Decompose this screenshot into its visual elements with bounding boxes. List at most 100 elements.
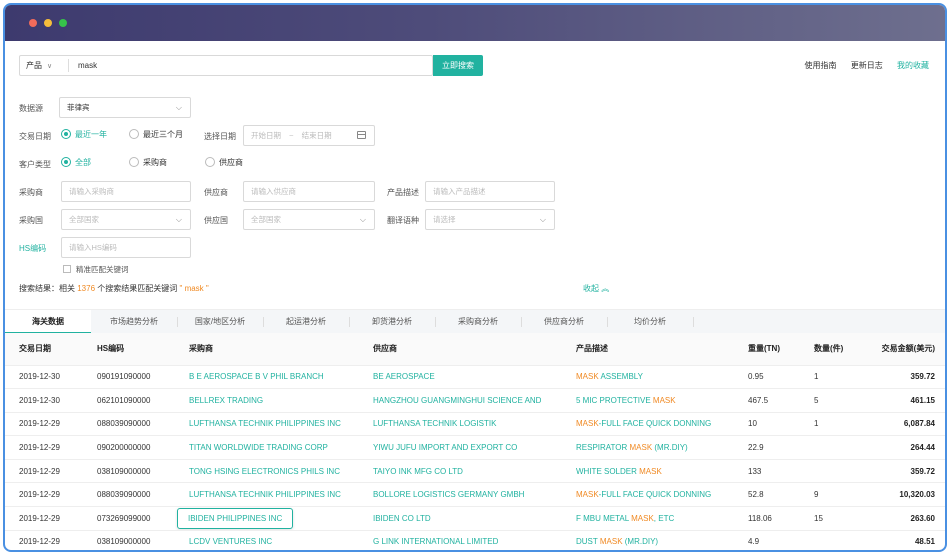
table-row[interactable]: 2019-12-30 090191090000 B E AEROSPACE B V … — [5, 365, 945, 390]
my-favorites-link[interactable]: 我的收藏 — [897, 61, 929, 70]
col-header-buyer[interactable]: 采购商 — [175, 333, 359, 366]
desc-keyword: MASK — [631, 513, 654, 523]
table-row[interactable]: 2019-12-29 073269099000 IBIDEN PHILIPPINES… — [5, 506, 945, 531]
col-header-weight[interactable]: 重量(TN) — [734, 333, 800, 366]
buyer-link-hovered[interactable]: IBIDEN PHILIPPINES INC — [177, 507, 294, 529]
tab-customs-data[interactable]: 海关数据 — [5, 310, 91, 334]
supplier-label: 供应商 — [204, 188, 228, 197]
supplier-link[interactable]: BOLLORE LOGISTICS GERMANY GMBH — [373, 490, 524, 499]
table-body: 2019-12-30 090191090000 B E AEROSPACE B V … — [5, 365, 945, 550]
supplier-link[interactable]: YIWU JUFU IMPORT AND EXPORT CO — [373, 443, 517, 452]
tab-origin-port[interactable]: 起运港分析 — [263, 310, 349, 334]
supplier-link[interactable]: LUFTHANSA TECHNIK LOGISTIK — [373, 419, 496, 428]
cell-amount: 461.15 — [858, 388, 945, 413]
cell-qty — [800, 530, 858, 550]
cell-supplier: TAIYO INK MFG CO LTD — [359, 459, 562, 484]
chevron-down-icon: ⌵ — [175, 215, 182, 224]
col-header-date[interactable]: 交易日期 — [5, 333, 83, 366]
col-header-amount[interactable]: 交易金额(美元) — [858, 333, 945, 366]
cell-weight: 467.5 — [734, 388, 800, 413]
cell-hs: 090200000000 — [83, 435, 175, 460]
translate-select[interactable]: 请选择 ⌵ — [425, 209, 555, 230]
cell-amount: 10,320.03 — [858, 482, 945, 508]
cell-desc: RESPIRATOR MASK (MR.DIY) — [562, 435, 734, 460]
col-header-qty[interactable]: 数量(件) — [800, 333, 858, 366]
end-date-input[interactable]: 结束日期 — [302, 131, 332, 140]
cell-qty — [800, 459, 858, 484]
search-input[interactable]: mask — [78, 56, 97, 75]
cell-desc: F MBU METAL MASK, ETC — [562, 506, 734, 531]
radio-buyer[interactable]: 采购商 — [129, 157, 167, 169]
cell-supplier: IBIDEN CO LTD — [359, 506, 562, 531]
desc-keyword: MASK — [599, 537, 623, 547]
cell-desc: WHITE SOLDER MASK — [562, 459, 734, 484]
desc-keyword: MASK — [639, 466, 662, 476]
hs-code-input[interactable]: 请输入HS编码 — [61, 237, 191, 258]
radio-last-three-months[interactable]: 最近三个月 — [129, 129, 183, 141]
exact-match-checkbox[interactable]: 精准匹配关键词 — [63, 264, 129, 275]
search-input-box[interactable]: 产品 ∨ mask — [19, 55, 433, 76]
search-type-select[interactable]: 产品 ∨ — [26, 56, 52, 75]
radio-circle — [61, 129, 71, 139]
buyer-link[interactable]: BELLREX TRADING — [189, 396, 263, 405]
supplier-link[interactable]: IBIDEN CO LTD — [373, 514, 431, 523]
cell-weight: 52.8 — [734, 482, 800, 508]
desc-keyword: MASK — [629, 443, 653, 453]
radio-last-year[interactable]: 最近一年 — [61, 129, 107, 141]
changelog-link[interactable]: 更新日志 — [851, 61, 883, 70]
supplier-country-select[interactable]: 全部国家 ⌵ — [243, 209, 375, 230]
buyer-link[interactable]: B E AEROSPACE B V PHIL BRANCH — [189, 372, 324, 381]
buyer-link[interactable]: LUFTHANSA TECHNIK PHILIPPINES INC — [189, 419, 341, 428]
radio-all[interactable]: 全部 — [61, 157, 91, 169]
supplier-link[interactable]: BE AEROSPACE — [373, 372, 435, 381]
buyer-country-select[interactable]: 全部国家 ⌵ — [61, 209, 191, 230]
table-row[interactable]: 2019-12-29 038109000000 TONG HSING ELECTRO… — [5, 459, 945, 484]
buyer-input[interactable]: 请输入采购商 — [61, 181, 191, 202]
tab-buyer-analysis[interactable]: 采购商分析 — [435, 310, 521, 334]
supplier-link[interactable]: G LINK INTERNATIONAL LIMITED — [373, 537, 498, 546]
tab-country-region[interactable]: 国家/地区分析 — [177, 310, 263, 334]
collapse-filters-button[interactable]: 收起 ︽ — [583, 283, 609, 294]
table-row[interactable]: 2019-12-29 088039090000 LUFTHANSA TECHNIK … — [5, 412, 945, 437]
col-header-desc[interactable]: 产品描述 — [562, 333, 734, 366]
supplier-link[interactable]: TAIYO INK MFG CO LTD — [373, 467, 463, 476]
supplier-country-value: 全部国家 — [251, 215, 281, 224]
cell-date: 2019-12-29 — [5, 530, 83, 550]
tab-market-trend[interactable]: 市场趋势分析 — [91, 310, 177, 334]
minimize-window-icon[interactable] — [44, 19, 52, 27]
desc-post: (MR.DIY) — [652, 443, 688, 453]
tab-avg-price[interactable]: 均价分析 — [607, 310, 693, 334]
desc-post: , ETC — [653, 513, 675, 523]
col-header-hs[interactable]: HS编码 — [83, 333, 175, 366]
buyer-link[interactable]: TONG HSING ELECTRONICS PHILS INC — [189, 467, 340, 476]
supplier-input[interactable]: 请输入供应商 — [243, 181, 375, 202]
cell-weight: 22.9 — [734, 435, 800, 460]
table-row[interactable]: 2019-12-29 090200000000 TITAN WORLDWIDE TR… — [5, 435, 945, 460]
user-guide-link[interactable]: 使用指南 — [805, 61, 837, 70]
col-header-supplier[interactable]: 供应商 — [359, 333, 562, 366]
buyer-link[interactable]: TITAN WORLDWIDE TRADING CORP — [189, 443, 328, 452]
cell-weight: 133 — [734, 459, 800, 484]
tab-supplier-analysis[interactable]: 供应商分析 — [521, 310, 607, 334]
cell-desc: DUST MASK (MR.DIY) — [562, 530, 734, 550]
datasource-select[interactable]: 菲律宾 ⌵ — [59, 97, 191, 118]
search-button[interactable]: 立即搜索 — [433, 55, 483, 76]
table-row[interactable]: 2019-12-29 038109000000 LCDV VENTURES INC G… — [5, 530, 945, 550]
supplier-link[interactable]: HANGZHOU GUANGMINGHUI SCIENCE AND — [373, 396, 541, 405]
table-row[interactable]: 2019-12-30 062101090000 BELLREX TRADING HAN… — [5, 388, 945, 413]
app-window: 产品 ∨ mask 立即搜索 使用指南 更新日志 我的收藏 数据源 菲律宾 ⌵ 交… — [3, 3, 947, 552]
table-row[interactable]: 2019-12-29 088039090000 LUFTHANSA TECHNIK … — [5, 482, 945, 508]
tab-discharge-port[interactable]: 卸货港分析 — [349, 310, 435, 334]
buyer-link[interactable]: LUFTHANSA TECHNIK PHILIPPINES INC — [189, 490, 341, 499]
radio-supplier[interactable]: 供应商 — [205, 157, 243, 169]
start-date-input[interactable]: 开始日期 — [251, 131, 281, 140]
close-window-icon[interactable] — [29, 19, 37, 27]
cell-desc: MASK-FULL FACE QUICK DONNING — [562, 412, 734, 437]
result-prefix: 搜索结果：相关 — [19, 284, 75, 293]
date-range-picker[interactable]: 开始日期 ~ 结束日期 — [243, 125, 375, 146]
maximize-window-icon[interactable] — [59, 19, 67, 27]
result-count: 1376 — [77, 284, 96, 293]
product-desc-input[interactable]: 请输入产品描述 — [425, 181, 555, 202]
radio-label: 最近三个月 — [143, 130, 183, 139]
buyer-link[interactable]: LCDV VENTURES INC — [189, 537, 272, 546]
